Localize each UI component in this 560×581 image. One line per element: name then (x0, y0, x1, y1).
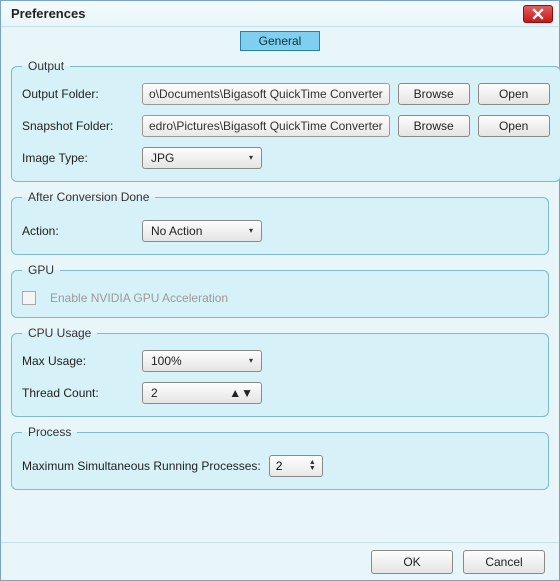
cpu-legend: CPU Usage (22, 326, 97, 340)
output-legend: Output (22, 59, 70, 73)
footer: OK Cancel (1, 542, 559, 580)
image-type-label: Image Type: (22, 151, 134, 165)
thread-count-spinner[interactable]: 2 ▲▼ (142, 382, 262, 404)
max-usage-combo[interactable]: 100% ▾ (142, 350, 262, 372)
window-title: Preferences (7, 6, 85, 21)
spinner-arrows-icon: ▲▼ (229, 386, 253, 400)
snapshot-open-button[interactable]: Open (478, 115, 550, 137)
after-legend: After Conversion Done (22, 190, 155, 204)
snapshot-folder-label: Snapshot Folder: (22, 119, 134, 133)
output-folder-label: Output Folder: (22, 87, 134, 101)
preferences-window: Preferences General Output Output Folder… (0, 0, 560, 581)
action-combo[interactable]: No Action ▾ (142, 220, 262, 242)
chevron-down-icon: ▾ (249, 359, 253, 363)
cpu-group: CPU Usage Max Usage: 100% ▾ Thread Count… (11, 326, 549, 417)
cancel-button[interactable]: Cancel (463, 550, 545, 574)
max-proc-spinner[interactable]: 2 ▲▼ (269, 455, 323, 477)
output-open-button[interactable]: Open (478, 83, 550, 105)
gpu-legend: GPU (22, 263, 60, 277)
chevron-down-icon: ▾ (249, 156, 253, 160)
max-proc-label: Maximum Simultaneous Running Processes: (22, 459, 261, 473)
after-conversion-group: After Conversion Done Action: No Action … (11, 190, 549, 255)
gpu-checkbox-label: Enable NVIDIA GPU Acceleration (50, 291, 228, 305)
tab-general[interactable]: General (240, 31, 321, 51)
output-browse-button[interactable]: Browse (398, 83, 470, 105)
tab-row: General (1, 27, 559, 59)
chevron-down-icon: ▾ (249, 229, 253, 233)
close-icon (532, 8, 544, 20)
snapshot-browse-button[interactable]: Browse (398, 115, 470, 137)
image-type-combo[interactable]: JPG ▾ (142, 147, 262, 169)
action-label: Action: (22, 224, 134, 238)
titlebar: Preferences (1, 1, 559, 27)
gpu-checkbox (22, 291, 36, 305)
max-usage-label: Max Usage: (22, 354, 134, 368)
gpu-group: GPU Enable NVIDIA GPU Acceleration (11, 263, 549, 318)
output-group: Output Output Folder: o\Documents\Bigaso… (11, 59, 560, 182)
output-folder-field[interactable]: o\Documents\Bigasoft QuickTime Converter (142, 83, 390, 105)
content-area: Output Output Folder: o\Documents\Bigaso… (1, 59, 559, 542)
close-button[interactable] (523, 5, 553, 23)
thread-count-label: Thread Count: (22, 386, 134, 400)
process-group: Process Maximum Simultaneous Running Pro… (11, 425, 549, 490)
snapshot-folder-field[interactable]: edro\Pictures\Bigasoft QuickTime Convert… (142, 115, 390, 137)
spinner-arrows-icon: ▲▼ (309, 460, 316, 472)
ok-button[interactable]: OK (371, 550, 453, 574)
process-legend: Process (22, 425, 77, 439)
